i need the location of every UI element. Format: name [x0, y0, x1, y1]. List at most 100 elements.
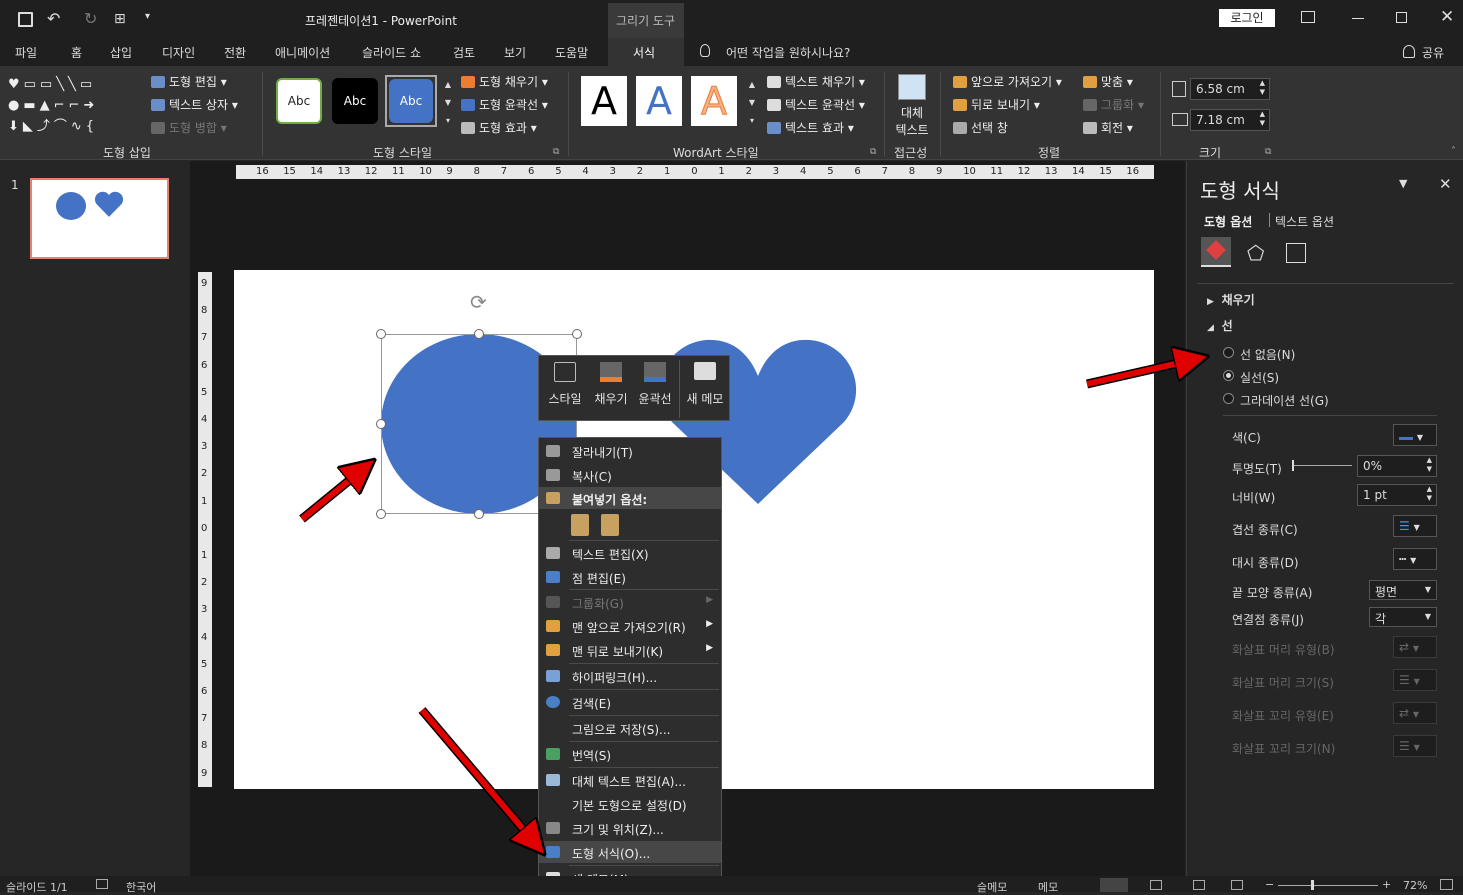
line-width-field[interactable]: 1 pt ▲ ▼ [1357, 484, 1437, 506]
collapse-ribbon-icon[interactable]: ˄ [1451, 146, 1456, 157]
no-line-radio[interactable] [1223, 347, 1234, 358]
zoom-slider[interactable] [1278, 880, 1378, 890]
zoom-slider-thumb[interactable] [1311, 880, 1314, 890]
height-spinner[interactable]: ▲ ▼ [1260, 79, 1265, 97]
send-backward-button[interactable]: 뒤로 보내기 ▾ [953, 96, 1040, 113]
gradient-line-radio[interactable] [1223, 393, 1234, 404]
cap-type-dropdown[interactable]: 평면 ▼ [1369, 580, 1437, 600]
shape-style-blue[interactable]: Abc [385, 75, 437, 127]
mini-new-comment-button[interactable]: 새 메모 [681, 362, 729, 414]
resize-handle[interactable] [474, 509, 484, 519]
text-fill-button[interactable]: 텍스트 채우기 ▾ [767, 73, 865, 90]
menu-item-save-as-picture[interactable]: 그림으로 저장(S)... [539, 717, 721, 739]
save-icon[interactable] [18, 12, 33, 27]
size-properties-tab-icon[interactable] [1286, 243, 1306, 263]
shape-outline-button[interactable]: 도형 윤곽선 ▾ [461, 96, 548, 113]
wordart-style-black[interactable]: A [581, 76, 627, 126]
tab-design[interactable]: 디자인 [162, 44, 195, 61]
normal-view-icon[interactable] [1100, 878, 1128, 892]
menu-item-size-position[interactable]: 크기 및 위치(Z)... [539, 817, 721, 839]
zoom-in-icon[interactable]: + [1382, 878, 1391, 891]
menu-item-bring-to-front[interactable]: 맨 앞으로 가져오기(R) ▶ [539, 615, 721, 637]
menu-item-hyperlink[interactable]: 하이퍼링크(H)... [539, 665, 721, 687]
tell-me-search[interactable]: 어떤 작업을 원하시나요? [726, 44, 850, 61]
minimize-icon[interactable] [1352, 18, 1364, 19]
resize-handle[interactable] [376, 509, 386, 519]
edit-shape-button[interactable]: 도형 편집 ▾ [151, 73, 227, 90]
menu-item-translate[interactable]: 번역(S) [539, 743, 721, 765]
fill-section-header[interactable]: ▶ 채우기 [1207, 291, 1255, 308]
resize-handle[interactable] [376, 419, 386, 429]
text-outline-button[interactable]: 텍스트 윤곽선 ▾ [767, 96, 865, 113]
reading-view-icon[interactable] [1193, 880, 1205, 890]
shape-fill-button[interactable]: 도형 채우기 ▾ [461, 73, 548, 90]
width-spinner[interactable]: ▲ ▼ [1260, 110, 1265, 128]
share-button[interactable]: 공유 [1422, 44, 1444, 61]
maximize-icon[interactable] [1396, 12, 1407, 23]
tab-animations[interactable]: 애니메이션 [275, 44, 330, 61]
mini-style-button[interactable]: 스타일 [543, 362, 587, 414]
menu-item-edit-points[interactable]: 점 편집(E) [539, 566, 721, 588]
customize-qat-icon[interactable]: ▾ [145, 11, 150, 22]
tab-help[interactable]: 도움말 [555, 44, 588, 61]
line-section-header[interactable]: ◢ 선 [1207, 317, 1233, 334]
width-spinner[interactable]: ▲ ▼ [1427, 485, 1432, 503]
ribbon-display-icon[interactable] [1301, 11, 1315, 23]
menu-item-set-default-shape[interactable]: 기본 도형으로 설정(D) [539, 793, 721, 815]
menu-item-send-to-back[interactable]: 맨 뒤로 보내기(K) ▶ [539, 639, 721, 661]
effects-tab-icon[interactable]: ⬠ [1247, 241, 1264, 265]
fill-line-tab-icon[interactable] [1201, 237, 1231, 267]
rotate-button[interactable]: 회전 ▾ [1083, 119, 1133, 136]
dialog-launcher-icon[interactable]: ⧉ [553, 147, 559, 157]
wordart-gallery-scroll[interactable]: ▲ ▼ ▾ [746, 76, 758, 132]
transparency-spinner[interactable]: ▲ ▼ [1427, 456, 1432, 474]
transparency-slider[interactable] [1292, 460, 1352, 471]
wordart-style-orange[interactable]: A [691, 76, 737, 126]
notes-button[interactable]: 슬메모 [977, 879, 1007, 895]
tab-transitions[interactable]: 전환 [224, 44, 246, 61]
paste-keep-formatting-icon[interactable] [571, 514, 589, 536]
group-button[interactable]: 그룹화 ▾ [1083, 96, 1144, 113]
transparency-field[interactable]: 0% ▲ ▼ [1357, 455, 1437, 477]
tab-shape-options[interactable]: 도형 옵션 [1204, 213, 1252, 230]
spellcheck-icon[interactable] [96, 879, 108, 889]
zoom-out-icon[interactable]: − [1265, 878, 1274, 891]
pane-options-dropdown-icon[interactable]: ▼ [1399, 177, 1407, 190]
alt-text-button[interactable]: 대체 텍스트 [890, 74, 934, 140]
tab-home[interactable]: 홈 [71, 44, 82, 61]
height-field[interactable]: 6.58 cm ▲ ▼ [1190, 78, 1270, 100]
merge-shapes-button[interactable]: 도형 병합 ▾ [151, 119, 227, 136]
tab-slideshow[interactable]: 슬라이드 쇼 [362, 44, 421, 61]
fit-to-window-icon[interactable] [1440, 879, 1453, 890]
redo-icon[interactable]: ↻ [84, 9, 97, 28]
wordart-style-blue[interactable]: A [636, 76, 682, 126]
tab-view[interactable]: 보기 [504, 44, 526, 61]
slideshow-view-icon[interactable] [1231, 880, 1243, 890]
join-type-dropdown[interactable]: 각 ▼ [1369, 607, 1437, 627]
solid-line-radio[interactable] [1223, 370, 1234, 381]
bring-forward-button[interactable]: 앞으로 가져오기 ▾ [953, 73, 1062, 90]
shape-style-white[interactable]: Abc [276, 78, 322, 124]
pane-close-icon[interactable]: ✕ [1439, 175, 1452, 193]
comments-button[interactable]: 메모 [1038, 879, 1058, 895]
mini-outline-button[interactable]: 윤곽선 [633, 362, 677, 414]
close-icon[interactable]: ✕ [1440, 7, 1454, 27]
resize-handle[interactable] [376, 329, 386, 339]
zoom-level[interactable]: 72% [1403, 879, 1427, 892]
tab-insert[interactable]: 삽입 [110, 44, 132, 61]
menu-item-edit-text[interactable]: 텍스트 편집(X) [539, 542, 721, 564]
mini-fill-button[interactable]: 채우기 [589, 362, 633, 414]
tab-text-options[interactable]: 텍스트 옵션 [1275, 213, 1334, 230]
menu-item-format-shape[interactable]: 도형 서식(O)... [539, 841, 721, 863]
selection-pane-button[interactable]: 선택 창 [953, 119, 1008, 136]
slider-thumb[interactable] [1292, 460, 1294, 471]
dialog-launcher-icon[interactable]: ⧉ [870, 147, 876, 157]
presentation-icon[interactable]: ⊞ [114, 11, 126, 27]
menu-item-edit-alt-text[interactable]: 대체 텍스트 편집(A)... [539, 769, 721, 791]
rotate-handle-icon[interactable]: ⟳ [470, 290, 487, 314]
language-indicator[interactable]: 한국어 [126, 879, 156, 895]
shape-effects-button[interactable]: 도형 효과 ▾ [461, 119, 537, 136]
resize-handle[interactable] [474, 329, 484, 339]
shape-style-black[interactable]: Abc [332, 78, 378, 124]
menu-item-cut[interactable]: 잘라내기(T) [539, 440, 721, 462]
